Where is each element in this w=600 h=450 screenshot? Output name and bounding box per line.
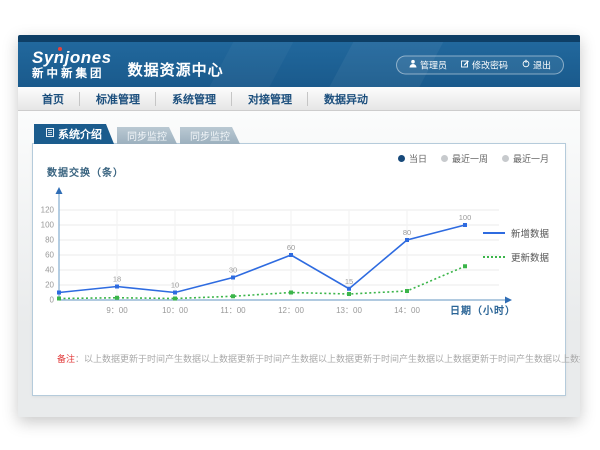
radio-dot-icon [398, 155, 405, 162]
tab-label: 同步监控 [127, 128, 167, 143]
svg-text:40: 40 [45, 266, 54, 275]
radio-dot-icon [502, 155, 509, 162]
svg-text:10: 10 [171, 281, 179, 290]
svg-text:80: 80 [45, 236, 54, 245]
svg-text:日期（小时）: 日期（小时） [450, 304, 516, 317]
legend-label: 更新数据 [511, 250, 549, 264]
svg-text:11：00: 11：00 [220, 306, 246, 315]
nav-item-data-change[interactable]: 数据异动 [308, 88, 384, 110]
footnote: 备注：以上数据更新于时间产生数据以上数据更新于时间产生数据以上数据更新于时间产生… [57, 352, 580, 365]
radio-dot-icon [441, 155, 448, 162]
tab-doc-icon [46, 128, 54, 140]
legend-label: 新增数据 [511, 226, 549, 240]
nav-item-interface-mgmt[interactable]: 对接管理 [232, 88, 308, 110]
legend-item-new-data[interactable]: 新增数据 [483, 226, 549, 240]
svg-text:60: 60 [45, 251, 54, 260]
screenshot-stage: Synjones 新中新集团 数据资源中心 管理员 修改密码 [0, 0, 600, 450]
chart-panel: 当日 最近一周 最近一月 数据交换（条） 0 20 40 60 80 100 120 9：00… [32, 143, 566, 396]
period-option-label: 最近一月 [513, 152, 549, 165]
logout-button[interactable]: 退出 [522, 58, 551, 71]
logo-text-en: Synjones [32, 49, 112, 66]
svg-text:15: 15 [345, 277, 353, 286]
tab-label: 同步监控 [190, 128, 230, 143]
svg-text:60: 60 [287, 243, 295, 252]
logo-accent-dot [58, 47, 62, 51]
svg-text:30: 30 [229, 266, 237, 275]
logo-text-cn: 新中新集团 [32, 69, 112, 81]
app-window: Synjones 新中新集团 数据资源中心 管理员 修改密码 [18, 35, 580, 417]
logout-icon [522, 60, 530, 70]
user-name-label: 管理员 [420, 58, 447, 71]
nav-item-home[interactable]: 首页 [26, 88, 80, 110]
svg-text:14：00: 14：00 [394, 306, 420, 315]
tab-sync-monitor-2[interactable]: 同步监控 [180, 127, 240, 144]
svg-text:10：00: 10：00 [162, 306, 188, 315]
legend-line-solid [483, 232, 505, 234]
svg-text:20: 20 [45, 281, 54, 290]
page-title: 数据资源中心 [128, 59, 224, 80]
legend-line-dotted [483, 256, 505, 258]
change-password-label: 修改密码 [472, 58, 508, 71]
nav-item-system-mgmt[interactable]: 系统管理 [156, 88, 232, 110]
content-area: 系统介绍 同步监控 同步监控 当日 最近一周 [18, 111, 580, 417]
svg-text:18: 18 [113, 275, 121, 284]
tab-sync-monitor-1[interactable]: 同步监控 [117, 127, 177, 144]
y-axis-title: 数据交换（条） [47, 164, 124, 179]
footnote-label: 备注 [57, 354, 75, 364]
svg-text:80: 80 [403, 228, 411, 237]
svg-text:0: 0 [50, 296, 55, 305]
logout-label: 退出 [533, 58, 551, 71]
user-menu[interactable]: 管理员 [409, 58, 447, 71]
edit-icon [461, 60, 469, 70]
svg-text:12：00: 12：00 [278, 306, 304, 315]
window-top-strip [18, 35, 580, 42]
period-filter-group: 当日 最近一周 最近一月 [398, 152, 549, 165]
period-option-today[interactable]: 当日 [398, 152, 427, 165]
tab-system-intro[interactable]: 系统介绍 [34, 124, 114, 144]
period-option-last-month[interactable]: 最近一月 [502, 152, 549, 165]
period-option-label: 当日 [409, 152, 427, 165]
legend-item-update-data[interactable]: 更新数据 [483, 250, 549, 264]
period-option-last-week[interactable]: 最近一周 [441, 152, 488, 165]
svg-text:100: 100 [41, 221, 55, 230]
nav-item-standard-mgmt[interactable]: 标准管理 [80, 88, 156, 110]
svg-text:13：00: 13：00 [336, 306, 362, 315]
change-password-button[interactable]: 修改密码 [461, 58, 508, 71]
svg-text:120: 120 [41, 206, 55, 215]
series-legend: 新增数据 更新数据 [483, 226, 549, 264]
company-logo: Synjones 新中新集团 [32, 49, 112, 81]
user-toolbar: 管理员 修改密码 退出 [396, 55, 564, 74]
app-header: Synjones 新中新集团 数据资源中心 管理员 修改密码 [18, 42, 580, 87]
main-nav: 首页 标准管理 系统管理 对接管理 数据异动 [18, 87, 580, 111]
tab-label: 系统介绍 [58, 126, 102, 142]
line-chart: 0 20 40 60 80 100 120 9：00 10：00 11：00 12：00 13：00 1… [39, 180, 519, 322]
footnote-text: ：以上数据更新于时间产生数据以上数据更新于时间产生数据以上数据更新于时间产生数据… [75, 354, 580, 364]
tab-bar: 系统介绍 同步监控 同步监控 [32, 124, 566, 144]
svg-text:100: 100 [459, 213, 472, 222]
svg-text:9：00: 9：00 [106, 306, 128, 315]
user-icon [409, 60, 417, 70]
period-option-label: 最近一周 [452, 152, 488, 165]
